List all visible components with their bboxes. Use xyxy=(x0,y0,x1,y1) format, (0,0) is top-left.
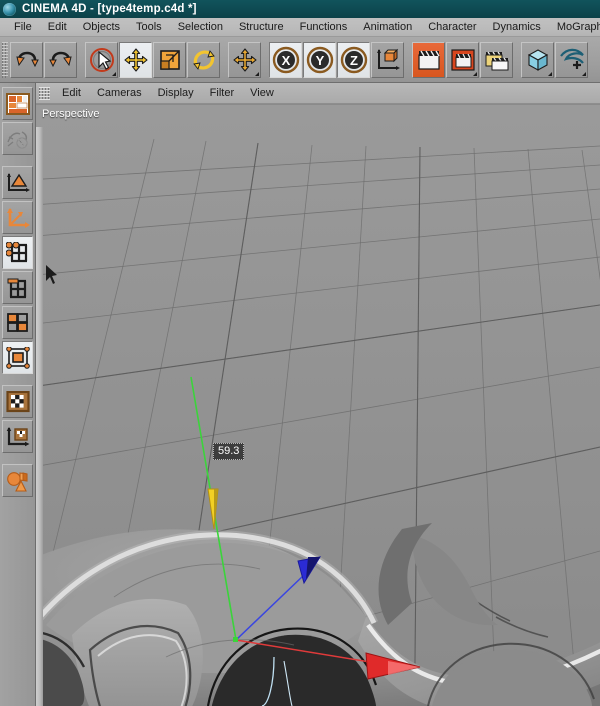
viewport-menu-edit[interactable]: Edit xyxy=(54,86,89,100)
menu-item-animation[interactable]: Animation xyxy=(355,20,420,34)
render-settings-icon xyxy=(484,48,510,72)
axis-lock-y-button[interactable]: Y xyxy=(303,41,336,78)
viewport-left-divider[interactable] xyxy=(36,127,43,706)
redo-icon xyxy=(48,49,74,71)
render-view-icon xyxy=(416,48,442,72)
svg-text:Z: Z xyxy=(350,53,358,68)
add-cube-button[interactable] xyxy=(521,41,554,78)
spline-icon xyxy=(559,47,585,73)
model-mode-icon xyxy=(6,172,30,194)
texture-mode-icon xyxy=(5,390,30,413)
menu-item-selection[interactable]: Selection xyxy=(170,20,231,34)
redo-button[interactable] xyxy=(44,41,77,78)
axis-y-icon: Y xyxy=(306,46,334,74)
perspective-viewport[interactable]: Perspective 59.3 xyxy=(36,105,600,706)
deformer-objects-button[interactable] xyxy=(2,464,33,497)
move-tool-button[interactable] xyxy=(119,41,152,78)
menu-item-structure[interactable]: Structure xyxy=(231,20,292,34)
menu-item-mograph[interactable]: MoGraph xyxy=(549,20,600,34)
axis-x-icon: X xyxy=(272,46,300,74)
layout-manager-icon xyxy=(5,92,30,115)
move-axis-icon xyxy=(232,47,258,73)
edges-mode-icon xyxy=(6,277,30,299)
flyout-corner-icon xyxy=(112,71,116,76)
world-object-coordinates-icon xyxy=(375,47,401,73)
viewport-scene xyxy=(36,105,600,706)
scale-icon xyxy=(158,48,182,72)
toolbar-group-move-variant xyxy=(228,41,261,78)
rotate-icon xyxy=(191,47,217,73)
flyout-corner-icon xyxy=(473,71,477,76)
texture-mode-button[interactable] xyxy=(2,385,33,418)
menu-bar: File Edit Objects Tools Selection Struct… xyxy=(0,18,600,37)
axis-lock-x-button[interactable]: X xyxy=(269,41,302,78)
left-toolbar xyxy=(0,83,36,706)
viewport-menu-cameras[interactable]: Cameras xyxy=(89,86,150,100)
coordinate-system-button[interactable] xyxy=(371,41,404,78)
viewport-menu-bar: Edit Cameras Display Filter View xyxy=(36,83,600,104)
window-title: CINEMA 4D - [type4temp.c4d *] xyxy=(22,3,197,15)
render-view-button[interactable] xyxy=(412,41,445,78)
axis-origin-marker xyxy=(233,637,238,642)
deformer-objects-icon xyxy=(6,470,30,492)
live-selection-button[interactable] xyxy=(85,41,118,78)
viewport-menu-view[interactable]: View xyxy=(242,86,282,100)
viewport-menu-display[interactable]: Display xyxy=(150,86,202,100)
main-toolbar: X Y Z xyxy=(0,37,600,83)
points-mode-button[interactable] xyxy=(2,236,33,269)
add-spline-button[interactable] xyxy=(555,41,588,78)
texture-axis-mode-icon xyxy=(6,426,30,448)
rotate-tool-button[interactable] xyxy=(187,41,220,78)
layout-manager-button[interactable] xyxy=(2,87,33,120)
menu-item-character[interactable]: Character xyxy=(420,20,484,34)
undo-icon xyxy=(14,49,40,71)
menu-item-tools[interactable]: Tools xyxy=(128,20,170,34)
cinema4d-sphere-icon xyxy=(3,2,16,16)
flyout-corner-icon xyxy=(255,71,259,76)
polygons-mode-icon xyxy=(6,312,30,334)
toolbar-group-render xyxy=(412,41,513,78)
toolbar-group-create xyxy=(521,41,588,78)
polygons-mode-button[interactable] xyxy=(2,306,33,339)
menu-item-functions[interactable]: Functions xyxy=(292,20,356,34)
toolbar-group-axis-locks: X Y Z xyxy=(269,41,404,78)
axis-lock-z-button[interactable]: Z xyxy=(337,41,370,78)
live-selection-icon xyxy=(88,46,116,74)
move-axis-button[interactable] xyxy=(228,41,261,78)
viewport-drag-grip[interactable] xyxy=(39,86,50,100)
object-axis-mode-button[interactable] xyxy=(2,201,33,234)
texture-axis-mode-button[interactable] xyxy=(2,420,33,453)
axis-z-icon: Z xyxy=(340,46,368,74)
undo-button[interactable] xyxy=(10,41,43,78)
flyout-corner-icon xyxy=(548,71,552,76)
edges-mode-button[interactable] xyxy=(2,271,33,304)
texture-view-button[interactable] xyxy=(2,122,33,155)
toolbar-group-history xyxy=(10,41,77,78)
menu-item-dynamics[interactable]: Dynamics xyxy=(485,20,549,34)
toolbar-group-transform xyxy=(85,41,220,78)
menu-item-edit[interactable]: Edit xyxy=(40,20,75,34)
scale-tool-button[interactable] xyxy=(153,41,186,78)
enable-axis-button[interactable] xyxy=(2,341,33,374)
flyout-corner-icon xyxy=(582,71,586,76)
svg-text:X: X xyxy=(281,53,290,68)
render-region-icon xyxy=(450,48,476,72)
texture-view-icon xyxy=(6,128,30,150)
render-region-button[interactable] xyxy=(446,41,479,78)
move-icon xyxy=(123,47,149,73)
svg-text:Y: Y xyxy=(315,53,324,68)
menu-item-objects[interactable]: Objects xyxy=(75,20,128,34)
toolbar-drag-grip[interactable] xyxy=(2,41,8,78)
viewport-panel: Edit Cameras Display Filter View Perspec… xyxy=(36,83,600,706)
viewport-menu-filter[interactable]: Filter xyxy=(202,86,242,100)
cube-primitive-icon xyxy=(525,47,551,73)
points-mode-icon xyxy=(5,241,30,264)
menu-item-file[interactable]: File xyxy=(6,20,40,34)
model-mode-button[interactable] xyxy=(2,166,33,199)
render-settings-button[interactable] xyxy=(480,41,513,78)
object-axis-mode-icon xyxy=(6,207,30,229)
title-bar: CINEMA 4D - [type4temp.c4d *] xyxy=(0,0,600,18)
enable-axis-icon xyxy=(5,346,30,369)
